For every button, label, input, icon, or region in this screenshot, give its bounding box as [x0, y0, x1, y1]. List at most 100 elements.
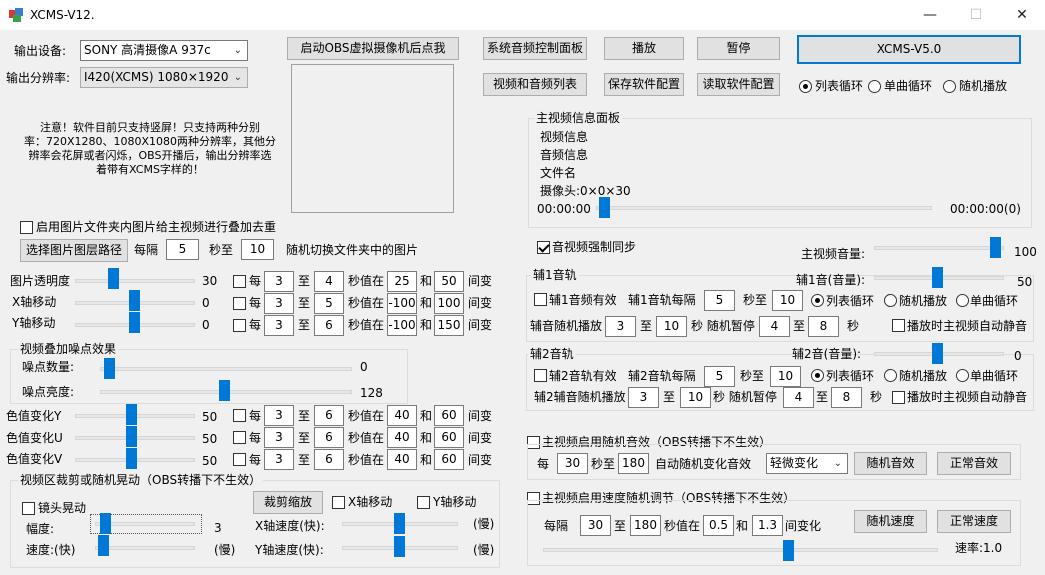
xmove-d-input[interactable]: 100: [434, 293, 464, 314]
save-config-button[interactable]: 保存软件配置: [604, 73, 684, 96]
opacity-d-input[interactable]: 50: [434, 271, 464, 292]
color-u-checkbox[interactable]: [233, 431, 246, 444]
effect-a-input[interactable]: 30: [557, 453, 588, 474]
aux2-b-input[interactable]: 10: [770, 366, 801, 387]
maximize-icon[interactable]: ☐: [953, 0, 999, 30]
aux2-f-input[interactable]: 8: [831, 387, 862, 408]
aux1-random-radio[interactable]: [884, 294, 897, 307]
aux2-automute-checkbox[interactable]: [892, 391, 905, 404]
aux2-enable-checkbox[interactable]: [534, 369, 547, 382]
loop-random-radio[interactable]: [943, 80, 956, 93]
aux1-f-input[interactable]: 8: [808, 316, 839, 337]
speed-c-input[interactable]: 0.5: [703, 515, 734, 536]
xmove-c-input[interactable]: -100: [387, 293, 417, 314]
speed-a-input[interactable]: 30: [580, 515, 611, 536]
sys-audio-button[interactable]: 系统音频控制面板: [483, 37, 587, 60]
color-y-c-input[interactable]: 40: [387, 405, 417, 426]
xmove-slider[interactable]: [129, 290, 140, 311]
color-u-b-input[interactable]: 6: [314, 427, 344, 448]
aux2-single-radio[interactable]: [956, 369, 969, 382]
speed-slider[interactable]: [98, 535, 109, 556]
aux1-d-input[interactable]: 10: [656, 316, 687, 337]
sync-checkbox[interactable]: [537, 241, 550, 254]
ymove-d-input[interactable]: 150: [434, 315, 464, 336]
ymove-checkbox[interactable]: [233, 319, 246, 332]
yspeed-slider[interactable]: [394, 536, 405, 557]
color-u-c-input[interactable]: 40: [387, 427, 417, 448]
ymove-b-input[interactable]: 6: [314, 315, 344, 336]
close-icon[interactable]: ✕: [999, 0, 1045, 30]
color-y-a-input[interactable]: 3: [264, 405, 294, 426]
color-v-d-input[interactable]: 60: [434, 449, 464, 470]
interval-b-input[interactable]: 10: [241, 239, 274, 260]
effect-select[interactable]: 轻微变化 ⌄: [766, 453, 848, 474]
aux2-volume-slider[interactable]: [932, 343, 943, 364]
aux1-a-input[interactable]: 5: [704, 290, 735, 311]
aux1-automute-checkbox[interactable]: [892, 319, 905, 332]
normal-speed-button[interactable]: 正常速度: [937, 510, 1011, 533]
color-v-slider[interactable]: [126, 448, 137, 469]
opacity-a-input[interactable]: 3: [264, 271, 294, 292]
aux1-e-input[interactable]: 4: [759, 316, 790, 337]
normal-effect-button[interactable]: 正常音效: [937, 452, 1011, 475]
color-y-checkbox[interactable]: [233, 409, 246, 422]
opacity-checkbox[interactable]: [233, 275, 246, 288]
ymove-slider[interactable]: [129, 312, 140, 333]
color-y-slider[interactable]: [126, 404, 137, 425]
speed-b-input[interactable]: 180: [630, 515, 661, 536]
opacity-b-input[interactable]: 4: [314, 271, 344, 292]
xspeed-slider[interactable]: [394, 513, 405, 534]
color-u-a-input[interactable]: 3: [264, 427, 294, 448]
crop-xmove-checkbox[interactable]: [332, 496, 345, 509]
ymove-c-input[interactable]: -100: [387, 315, 417, 336]
effect-b-input[interactable]: 180: [618, 453, 649, 474]
progress-slider[interactable]: [599, 197, 610, 218]
aux2-c-input[interactable]: 3: [628, 387, 659, 408]
color-y-b-input[interactable]: 6: [314, 405, 344, 426]
obs-start-button[interactable]: 启动OBS虚拟摄像机后点我: [287, 37, 459, 60]
crop-ymove-checkbox[interactable]: [417, 496, 430, 509]
aux1-single-radio[interactable]: [956, 294, 969, 307]
aux2-a-input[interactable]: 5: [704, 366, 735, 387]
main-volume-slider[interactable]: [990, 237, 1001, 258]
aux1-c-input[interactable]: 3: [605, 316, 636, 337]
color-v-a-input[interactable]: 3: [264, 449, 294, 470]
pause-button[interactable]: 暂停: [697, 37, 780, 60]
aux1-volume-slider[interactable]: [932, 267, 943, 288]
xmove-b-input[interactable]: 5: [314, 293, 344, 314]
aux2-e-input[interactable]: 4: [783, 387, 814, 408]
color-u-d-input[interactable]: 60: [434, 427, 464, 448]
xmove-checkbox[interactable]: [233, 297, 246, 310]
aux1-b-input[interactable]: 10: [772, 290, 803, 311]
shake-checkbox[interactable]: [22, 502, 35, 515]
version-button[interactable]: XCMS-V5.0: [797, 35, 1021, 64]
video-audio-list-button[interactable]: 视频和音频列表: [483, 73, 587, 96]
xmove-a-input[interactable]: 3: [264, 293, 294, 314]
overlay-checkbox[interactable]: [20, 221, 33, 234]
aux1-list-radio[interactable]: [811, 294, 824, 307]
loop-list-radio[interactable]: [799, 80, 812, 93]
load-config-button[interactable]: 读取软件配置: [697, 73, 780, 96]
opacity-slider[interactable]: [108, 268, 119, 289]
color-v-checkbox[interactable]: [233, 453, 246, 466]
aux2-random-radio[interactable]: [884, 369, 897, 382]
color-v-c-input[interactable]: 40: [387, 449, 417, 470]
ymove-a-input[interactable]: 3: [264, 315, 294, 336]
noise-bright-slider[interactable]: [219, 380, 230, 401]
minimize-icon[interactable]: —: [907, 0, 953, 30]
output-device-select[interactable]: SONY 高清摄像A 937c ⌄: [80, 40, 248, 61]
amplitude-slider[interactable]: [100, 513, 111, 534]
noise-count-slider[interactable]: [104, 358, 115, 379]
color-v-b-input[interactable]: 6: [314, 449, 344, 470]
speed-d-input[interactable]: 1.3: [752, 515, 783, 536]
color-u-slider[interactable]: [126, 426, 137, 447]
interval-a-input[interactable]: 5: [166, 239, 199, 260]
aux2-d-input[interactable]: 10: [680, 387, 711, 408]
aux1-enable-checkbox[interactable]: [534, 293, 547, 306]
aux2-list-radio[interactable]: [811, 369, 824, 382]
random-speed-button[interactable]: 随机速度: [854, 510, 927, 533]
color-y-d-input[interactable]: 60: [434, 405, 464, 426]
output-res-select[interactable]: I420(XCMS) 1080×1920 ⌄: [80, 67, 248, 88]
random-effect-button[interactable]: 随机音效: [854, 452, 927, 475]
loop-single-radio[interactable]: [868, 80, 881, 93]
